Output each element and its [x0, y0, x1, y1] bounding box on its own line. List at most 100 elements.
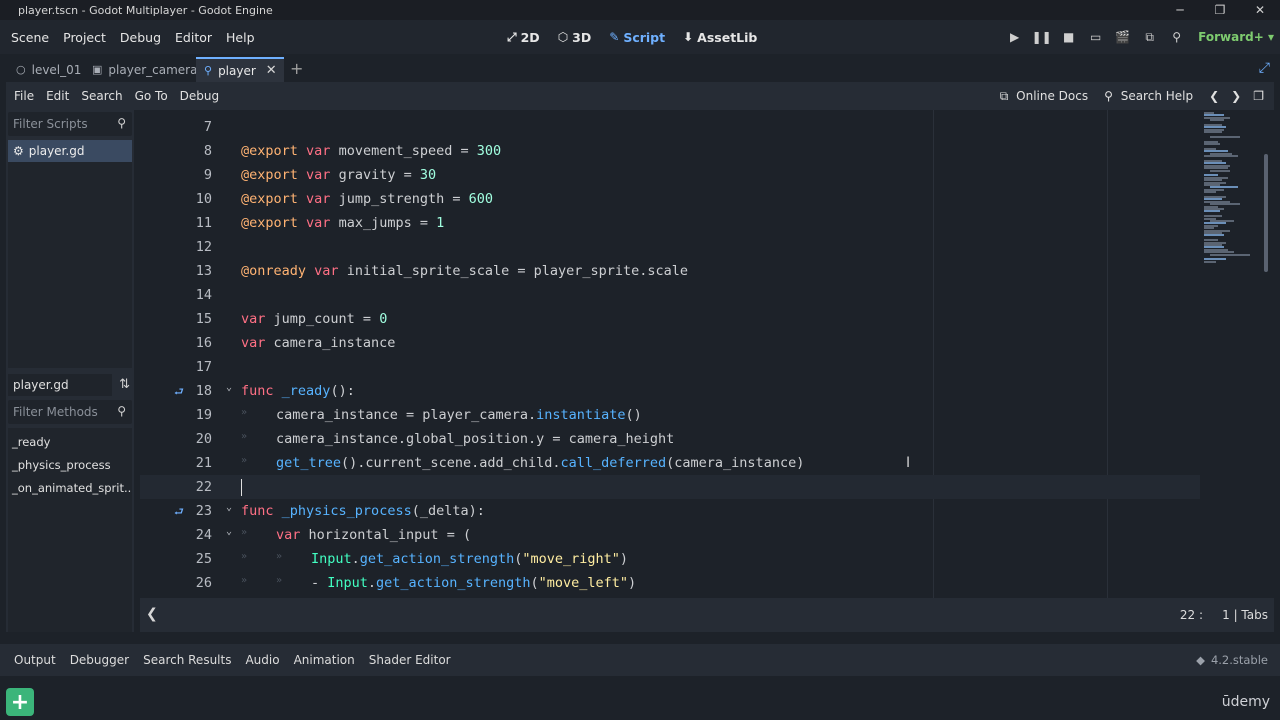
fold-arrow-icon[interactable]: ⌄ [226, 382, 232, 393]
renderer-select[interactable]: Forward+ ▾ [1198, 30, 1274, 44]
remote-debug-icon[interactable]: ▭ [1082, 30, 1109, 44]
bottom-tab-animation[interactable]: Animation [287, 653, 362, 667]
menu-project[interactable]: Project [56, 30, 113, 45]
scene-tab-player[interactable]: ⚲ player ✕ [196, 57, 284, 82]
code-line[interactable]: 9 @export var gravity = 30 [140, 163, 1200, 187]
code-line[interactable]: 8 @export var movement_speed = 300 [140, 139, 1200, 163]
code-token: . [351, 551, 360, 567]
menu-editor[interactable]: Editor [168, 30, 219, 45]
script-menu-go-to[interactable]: Go To [129, 89, 174, 103]
filter-methods-input[interactable]: Filter Methods ⚲ [8, 400, 132, 424]
sort-icon[interactable]: ⇅ [119, 377, 130, 392]
play-custom-scene-icon[interactable]: ⧉ [1136, 30, 1163, 45]
maximize-icon[interactable]: ❐ [1200, 0, 1240, 20]
prev-script-icon[interactable]: ❮ [1205, 89, 1223, 103]
stop-icon[interactable]: ■ [1055, 30, 1082, 44]
code-line[interactable]: 10 @export var jump_strength = 600 [140, 187, 1200, 211]
workspace-assetlib-button[interactable]: ⬇ AssetLib [676, 30, 764, 45]
fold-arrow-icon[interactable]: ⌄ [226, 526, 232, 537]
scene-tab-player-camera[interactable]: ▣ player_camera [84, 57, 205, 82]
code-line[interactable]: 11 @export var max_jumps = 1 [140, 211, 1200, 235]
code-line[interactable]: ⮐ 18 ⌄ func _ready(): [140, 379, 1200, 403]
code-token: var [306, 191, 331, 207]
code-editor[interactable]: 7 8 @export var movement_speed = 300 9 @expo… [140, 110, 1274, 598]
script-menu-file[interactable]: File [8, 89, 40, 103]
bottom-tab-shader-editor[interactable]: Shader Editor [362, 653, 458, 667]
distraction-free-icon[interactable]: ⤢ [1259, 60, 1270, 76]
code-token: @export [241, 143, 298, 159]
filter-scripts-input[interactable]: Filter Scripts ⚲ [8, 112, 132, 136]
code-line[interactable]: 16 var camera_instance [140, 331, 1200, 355]
code-token: @export [241, 215, 298, 231]
scene-tab-level-01[interactable]: ○ level_01 [8, 57, 89, 82]
menu-help[interactable]: Help [219, 30, 262, 45]
workspace-3d-button[interactable]: ⬡ 3D [551, 30, 599, 45]
menu-debug[interactable]: Debug [113, 30, 168, 45]
code-line[interactable]: 22 [140, 475, 1200, 499]
line-number: 16 [195, 335, 212, 351]
code-token: camera_instance = player_camera. [276, 407, 537, 423]
float-window-icon[interactable]: ❐ [1249, 89, 1268, 103]
bottom-tab-debugger[interactable]: Debugger [63, 653, 136, 667]
close-window-icon[interactable]: ✕ [1240, 0, 1280, 20]
code-line[interactable]: 14 [140, 283, 1200, 307]
menu-scene[interactable]: Scene [4, 30, 56, 45]
tab-marker: » [241, 575, 248, 586]
method-item[interactable]: _ready [8, 430, 132, 453]
add-tab-icon[interactable]: + [290, 59, 303, 78]
code-line[interactable]: ⮐ 23 ⌄ func _physics_process(_delta): [140, 499, 1200, 523]
workspace-2d-button[interactable]: ⤢ 2D [500, 30, 547, 45]
add-icon[interactable]: + [6, 688, 34, 716]
fold-arrow-icon[interactable]: ⌄ [226, 502, 232, 513]
line-number: 24 [195, 527, 212, 543]
code-line[interactable]: 20 » camera_instance.global_position.y = c… [140, 427, 1200, 451]
script-menu-search[interactable]: Search [75, 89, 128, 103]
code-text: - Input.get_action_strength("move_left") [311, 575, 636, 591]
pause-icon[interactable]: ❚❚ [1028, 30, 1055, 44]
code-line[interactable]: 7 [140, 115, 1200, 139]
minimap[interactable] [1198, 110, 1264, 270]
search-help-button[interactable]: ⚲ Search Help [1100, 89, 1201, 103]
next-script-icon[interactable]: ❯ [1227, 89, 1245, 103]
code-line[interactable]: 19 » camera_instance = player_camera.insta… [140, 403, 1200, 427]
code-line[interactable]: 13 @onready var initial_sprite_scale = pl… [140, 259, 1200, 283]
2d-icon: ⤢ [507, 29, 517, 44]
line-number: 14 [195, 287, 212, 303]
code-line[interactable]: 15 var jump_count = 0 [140, 307, 1200, 331]
minimize-icon[interactable]: ─ [1160, 0, 1200, 20]
code-token: _physics_process [281, 503, 412, 519]
code-token: var [314, 263, 339, 279]
footer: + ūdemy [0, 680, 1280, 720]
workspace-script-button[interactable]: ✎ Script [602, 30, 672, 45]
bottom-tab-output[interactable]: Output [7, 653, 63, 667]
code-line[interactable]: 21 » get_tree().current_scene.add_child.ca… [140, 451, 1200, 475]
code-token: jump_strength = [330, 191, 469, 207]
close-tab-icon[interactable]: ✕ [266, 63, 277, 78]
method-item[interactable]: _on_animated_sprit... [8, 476, 132, 499]
code-line[interactable]: 12 [140, 235, 1200, 259]
script-menu-debug[interactable]: Debug [174, 89, 225, 103]
script-menu-edit[interactable]: Edit [40, 89, 75, 103]
play-icon[interactable]: ▶ [1001, 30, 1028, 44]
toggle-scripts-panel-icon[interactable]: ❮ [146, 606, 158, 622]
line-number: 17 [195, 359, 212, 375]
online-docs-button[interactable]: ⧉ Online Docs [996, 89, 1096, 104]
play-scene-icon[interactable]: 🎬 [1109, 30, 1136, 44]
vertical-scrollbar[interactable] [1264, 154, 1268, 272]
script-item-player-gd[interactable]: ⚙ player.gd [8, 140, 132, 162]
bottom-tab-search-results[interactable]: Search Results [136, 653, 238, 667]
tab-marker: » [241, 455, 248, 466]
method-item[interactable]: _physics_process [8, 453, 132, 476]
code-line[interactable]: 25 » » Input.get_action_strength("move_righ… [140, 547, 1200, 571]
gear-icon: ⚙ [13, 144, 24, 158]
code-line[interactable]: 26 » » - Input.get_action_strength("move_le… [140, 571, 1200, 595]
scene-tabs: ○ level_01 ▣ player_camera ⚲ player ✕ + … [0, 54, 1280, 82]
line-number: 13 [195, 263, 212, 279]
code-line[interactable]: 17 [140, 355, 1200, 379]
mouse-ibeam-icon: Ι [906, 455, 911, 471]
bottom-tab-audio[interactable]: Audio [238, 653, 286, 667]
indent-mode[interactable]: Tabs [1241, 608, 1268, 622]
movie-maker-icon[interactable]: ⚲ [1163, 30, 1190, 44]
code-line[interactable]: 24 ⌄ » var horizontal_input = ( [140, 523, 1200, 547]
